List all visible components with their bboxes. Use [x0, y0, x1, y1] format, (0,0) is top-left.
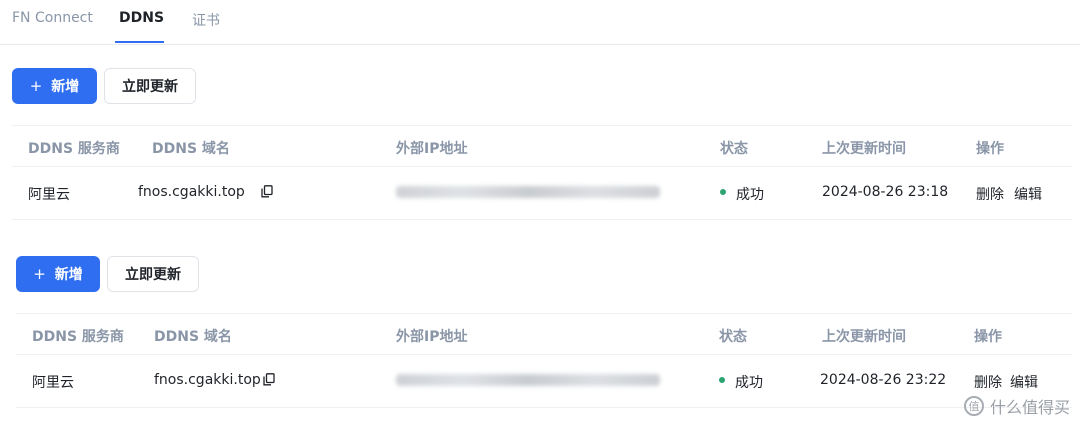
column-header-ip: 外部IP地址 [396, 329, 468, 345]
plus-icon: + [29, 77, 43, 95]
copy-icon[interactable] [263, 373, 275, 386]
add-button-label: 新增 [54, 267, 83, 283]
tab-fn-connect[interactable]: FN Connect [12, 10, 93, 26]
status-dot [720, 189, 726, 195]
zhi-icon: 值 [963, 396, 984, 416]
edit-link[interactable]: 编辑 [1014, 184, 1042, 204]
status-text: 成功 [736, 187, 764, 203]
column-header-provider: DDNS 服务商 [32, 329, 124, 345]
add-button-label: 新增 [51, 79, 80, 95]
column-header-updated: 上次更新时间 [822, 329, 906, 345]
table-header: DDNS 服务商 DDNS 域名 外部IP地址 状态 上次更新时间 操作 [16, 313, 1072, 355]
status-dot [719, 377, 725, 383]
delete-link[interactable]: 删除 [974, 372, 1002, 392]
domain-cell: fnos.cgakki.top [138, 184, 245, 200]
column-header-status: 状态 [719, 329, 747, 345]
updated-cell: 2024-08-26 23:22 [820, 372, 947, 388]
ip-address-redacted [396, 374, 660, 386]
column-header-updated: 上次更新时间 [822, 141, 906, 157]
column-header-domain: DDNS 域名 [152, 141, 230, 157]
column-header-provider: DDNS 服务商 [28, 141, 120, 157]
plus-icon: + [33, 265, 46, 283]
domain-cell: fnos.cgakki.top [154, 372, 261, 388]
active-tab-indicator [115, 41, 164, 43]
ip-address-redacted [396, 186, 660, 198]
copy-icon[interactable] [261, 185, 273, 198]
tab-bar: FN Connect DDNS 证书 [0, 0, 1080, 45]
tab-certificate[interactable]: 证书 [192, 10, 220, 30]
add-button[interactable]: + 新增 [16, 256, 100, 292]
status-text: 成功 [735, 375, 763, 391]
column-header-domain: DDNS 域名 [154, 329, 232, 345]
table-row: 阿里云 fnos.cgakki.top 成功 2024-08-26 23:22 … [16, 353, 1072, 408]
column-header-ip: 外部IP地址 [396, 141, 468, 157]
provider-cell: 阿里云 [32, 375, 74, 391]
provider-cell: 阿里云 [28, 187, 70, 203]
tab-ddns[interactable]: DDNS [119, 10, 164, 26]
table-row: 阿里云 fnos.cgakki.top 成功 2024-08-26 23:18 … [12, 165, 1072, 220]
delete-link[interactable]: 删除 [976, 184, 1004, 204]
add-button[interactable]: + 新增 [12, 68, 97, 104]
column-header-actions: 操作 [974, 329, 1002, 345]
updated-cell: 2024-08-26 23:18 [822, 184, 949, 200]
column-header-status: 状态 [720, 141, 748, 157]
update-now-button[interactable]: 立即更新 [107, 256, 199, 292]
edit-link[interactable]: 编辑 [1010, 372, 1038, 392]
watermark: 值 什么值得买 [963, 394, 1070, 418]
column-header-actions: 操作 [976, 141, 1004, 157]
update-now-button[interactable]: 立即更新 [104, 68, 196, 104]
watermark-text: 什么值得买 [989, 398, 1070, 417]
table-header: DDNS 服务商 DDNS 域名 外部IP地址 状态 上次更新时间 操作 [12, 125, 1072, 167]
